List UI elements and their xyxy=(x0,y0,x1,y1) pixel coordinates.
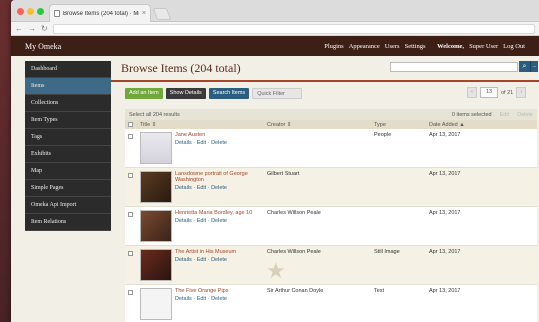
select-all-checkbox[interactable] xyxy=(128,122,133,127)
row-checkbox[interactable] xyxy=(128,212,133,217)
search-input[interactable] xyxy=(390,62,518,72)
star-watermark-icon: ★ xyxy=(266,258,286,283)
sidebar-item-item-relations[interactable]: Item Relations xyxy=(25,214,111,231)
minimize-window-button[interactable] xyxy=(27,8,34,15)
item-thumbnail[interactable] xyxy=(140,288,172,320)
bulk-delete-button[interactable]: Delete xyxy=(517,112,533,118)
reload-icon[interactable]: ↻ xyxy=(41,24,48,33)
page-total: of 21 xyxy=(501,89,514,96)
table-row: Henrietta Maria Bordley, age 10 Details … xyxy=(125,206,537,246)
title-column-header[interactable]: Title ⇕ xyxy=(137,120,264,129)
item-date: Apr 13, 2017 xyxy=(426,129,537,168)
item-date: Apr 13, 2017 xyxy=(426,167,537,207)
main-content: Browse Items (204 total) ⌕ ... Add an It… xyxy=(111,56,539,322)
admin-header: My Omeka Plugins Appearance Users Settin… xyxy=(11,36,539,56)
items-toolbar: Add an Item Show Details Search Items Qu… xyxy=(125,88,303,99)
table-header-row: Title ⇕ Creator ⇕ Type Date Added ▲ xyxy=(125,120,537,129)
add-item-button[interactable]: Add an Item xyxy=(125,88,163,99)
items-selected-count: 0 items selected xyxy=(451,111,492,118)
user-link[interactable]: Super User xyxy=(469,43,498,50)
page-icon xyxy=(54,10,60,17)
item-type xyxy=(371,167,426,207)
nav-plugins[interactable]: Plugins xyxy=(324,43,344,50)
sidebar-item-exhibits[interactable]: Exhibits xyxy=(25,146,111,163)
admin-nav: Plugins Appearance Users Settings Welcom… xyxy=(324,43,525,50)
forward-icon[interactable]: → xyxy=(28,24,36,33)
sidebar-item-tags[interactable]: Tags xyxy=(25,129,111,146)
item-type: Still Image xyxy=(371,245,426,285)
sidebar: Dashboard Items Collections Item Types T… xyxy=(25,61,111,231)
date-column-header[interactable]: Date Added ▲ xyxy=(426,120,537,129)
pagination: ‹ 13 of 21 › xyxy=(467,87,527,98)
item-creator: Charles Willson Peale xyxy=(264,206,371,246)
prev-page-button[interactable]: ‹ xyxy=(467,87,477,98)
select-all-link[interactable]: Select all 204 results xyxy=(129,112,452,118)
url-input[interactable] xyxy=(52,23,535,34)
next-page-button[interactable]: › xyxy=(516,87,527,98)
sidebar-item-simple-pages[interactable]: Simple Pages xyxy=(25,180,111,197)
creator-column-header[interactable]: Creator ⇕ xyxy=(264,120,371,129)
tab-close-icon[interactable]: × xyxy=(142,10,146,17)
row-checkbox[interactable] xyxy=(128,251,133,256)
bulk-edit-button[interactable]: Edit xyxy=(500,112,509,118)
sidebar-item-dashboard[interactable]: Dashboard xyxy=(25,61,111,78)
page-number-input[interactable]: 13 xyxy=(480,87,498,98)
item-creator: Sir Arthur Conan Doyle xyxy=(264,284,371,322)
item-date: Apr 13, 2017 xyxy=(426,245,537,285)
logout-link[interactable]: Log Out xyxy=(503,43,525,50)
item-thumbnail[interactable] xyxy=(140,132,172,164)
item-thumbnail[interactable] xyxy=(140,210,172,242)
page-title: Browse Items (204 total) xyxy=(121,61,241,75)
item-date: Apr 13, 2017 xyxy=(426,284,537,322)
address-bar: ← → ↻ xyxy=(11,22,539,36)
nav-users[interactable]: Users xyxy=(385,43,400,50)
search-items-button[interactable]: Search Items xyxy=(208,88,250,99)
item-thumbnail[interactable] xyxy=(140,249,172,281)
show-details-button[interactable]: Show Details xyxy=(165,88,206,99)
sidebar-item-map[interactable]: Map xyxy=(25,163,111,180)
table-row: The Five Orange Pips Details · Edit · De… xyxy=(125,284,537,322)
search-icon[interactable]: ⌕ xyxy=(519,61,530,72)
table-row: Jane Austen Details · Edit · Delete Peop… xyxy=(125,129,537,168)
new-tab-button[interactable] xyxy=(152,8,172,20)
item-creator xyxy=(264,129,371,168)
sidebar-item-item-types[interactable]: Item Types xyxy=(25,112,111,129)
item-creator: Gilbert Stuart xyxy=(264,167,371,207)
browser-tab[interactable]: Browse Items (204 total) · Mi × xyxy=(49,4,151,22)
item-type xyxy=(371,206,426,246)
tab-title: Browse Items (204 total) · Mi xyxy=(63,10,139,17)
search-options-button[interactable]: ... xyxy=(530,61,538,72)
item-date: Apr 13, 2017 xyxy=(426,206,537,246)
items-table: Select all 204 results 0 items selected … xyxy=(125,109,537,322)
page-body: Dashboard Items Collections Item Types T… xyxy=(11,56,539,322)
item-type: People xyxy=(371,129,426,168)
sidebar-item-api-import[interactable]: Omeka Api Import xyxy=(25,197,111,214)
row-checkbox[interactable] xyxy=(128,134,133,139)
type-column-header: Type xyxy=(371,120,426,129)
back-icon[interactable]: ← xyxy=(15,24,23,33)
nav-settings[interactable]: Settings xyxy=(405,43,426,50)
sidebar-item-items[interactable]: Items xyxy=(25,78,111,95)
bulk-actions-bar: Select all 204 results 0 items selected … xyxy=(125,109,537,120)
item-type: Text xyxy=(371,284,426,322)
nav-appearance[interactable]: Appearance xyxy=(349,43,380,50)
row-checkbox[interactable] xyxy=(128,290,133,295)
row-checkbox[interactable] xyxy=(128,173,133,178)
item-thumbnail[interactable] xyxy=(140,171,172,203)
quick-filter-select[interactable]: Quick Filter xyxy=(252,88,303,99)
browser-window: Browse Items (204 total) · Mi × ← → ↻ My… xyxy=(11,0,539,322)
maximize-window-button[interactable] xyxy=(37,8,44,15)
close-window-button[interactable] xyxy=(17,8,24,15)
welcome-label: Welcome, xyxy=(437,42,465,50)
title-divider xyxy=(111,80,539,82)
items-grid: Title ⇕ Creator ⇕ Type Date Added ▲ Jane… xyxy=(125,120,537,322)
table-row: The Artist in His Museum Details · Edit … xyxy=(125,245,537,285)
sidebar-item-collections[interactable]: Collections xyxy=(25,95,111,112)
table-row: Lansdowne portrait of George Washington … xyxy=(125,167,537,207)
site-name-link[interactable]: My Omeka xyxy=(25,42,324,51)
tab-bar: Browse Items (204 total) · Mi × xyxy=(11,0,539,22)
